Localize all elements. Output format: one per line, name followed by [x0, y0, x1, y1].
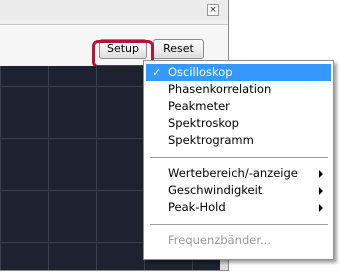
menu-item-peakmeter[interactable]: Peakmeter: [146, 98, 331, 115]
menu-item-label: Peak-Hold: [168, 200, 226, 214]
reset-button[interactable]: Reset: [153, 39, 204, 59]
menu-item-label: Frequenzbänder...: [168, 233, 271, 247]
menu-item-label: Peakmeter: [168, 99, 230, 113]
menu-item-oscilloskop[interactable]: ✓ Oscilloskop: [146, 64, 331, 81]
close-icon[interactable]: ×: [207, 4, 219, 16]
menu-item-label: Spektroskop: [168, 116, 239, 130]
menu-item-label: Oscilloskop: [168, 65, 233, 79]
submenu-arrow-icon: [319, 204, 323, 212]
submenu-arrow-icon: [319, 187, 323, 195]
checkmark-icon: ✓: [152, 66, 162, 79]
menu-item-peak-hold[interactable]: Peak-Hold: [146, 199, 331, 216]
menu-separator: [150, 224, 328, 225]
menu-item-frequenzbaender: Frequenzbänder...: [146, 232, 331, 249]
menu-item-label: Phasenkorrelation: [168, 82, 272, 96]
menu-item-label: Wertebereich/-anzeige: [168, 166, 298, 180]
menu-item-spektroskop[interactable]: Spektroskop: [146, 115, 331, 132]
setup-context-menu: ✓ Oscilloskop Phasenkorrelation Peakmete…: [143, 60, 334, 260]
submenu-arrow-icon: [319, 170, 323, 178]
menu-item-wertebereich[interactable]: Wertebereich/-anzeige: [146, 165, 331, 182]
title-bar: ×: [0, 0, 228, 20]
menu-item-label: Geschwindigkeit: [168, 183, 263, 197]
menu-item-phasenkorrelation[interactable]: Phasenkorrelation: [146, 81, 331, 98]
menu-item-label: Spektrogramm: [168, 133, 254, 147]
menu-item-geschwindigkeit[interactable]: Geschwindigkeit: [146, 182, 331, 199]
menu-item-spektrogramm[interactable]: Spektrogramm: [146, 132, 331, 149]
menu-separator: [150, 157, 328, 158]
